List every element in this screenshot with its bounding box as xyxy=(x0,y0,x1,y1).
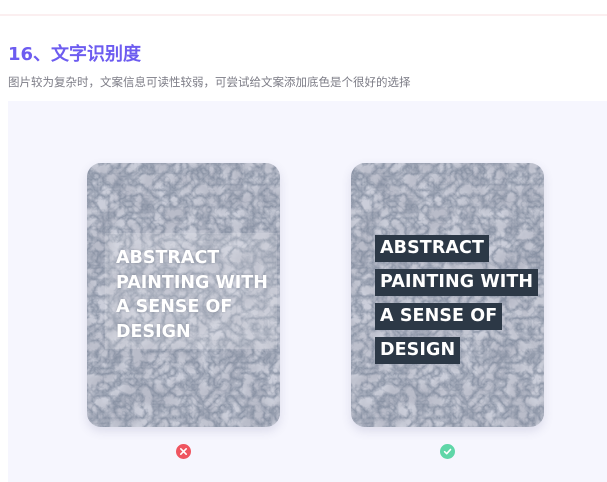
top-divider xyxy=(0,14,607,16)
check-icon xyxy=(443,448,452,455)
section-subtitle: 图片较为复杂时，文案信息可读性较弱，可尝试给文案添加底色是个很好的选择 xyxy=(8,75,411,89)
section-title: 16、文字识别度 xyxy=(8,44,142,65)
correct-badge xyxy=(440,444,455,459)
example-card-good: ABSTRACT PAINTING WITH A SENSE OF DESIGN xyxy=(351,163,544,427)
highlighted-text-line: ABSTRACT xyxy=(375,235,490,262)
highlighted-text-line: A SENSE OF xyxy=(375,303,503,330)
highlighted-text-line: DESIGN xyxy=(375,337,461,364)
card-text-bad: ABSTRACT PAINTING WITH A SENSE OF DESIGN xyxy=(116,246,268,344)
highlighted-text-line: PAINTING WITH xyxy=(375,269,539,296)
example-card-bad: ABSTRACT PAINTING WITH A SENSE OF DESIGN xyxy=(87,163,280,427)
card-text-good: ABSTRACT PAINTING WITH A SENSE OF DESIGN xyxy=(375,235,539,371)
card-text-line: DESIGN xyxy=(116,321,191,342)
card-text-line: A SENSE OF xyxy=(116,297,233,317)
incorrect-badge xyxy=(176,444,191,459)
card-text-line: PAINTING WITH xyxy=(116,272,268,293)
cross-icon xyxy=(179,447,188,456)
card-text-line: ABSTRACT xyxy=(116,248,220,268)
